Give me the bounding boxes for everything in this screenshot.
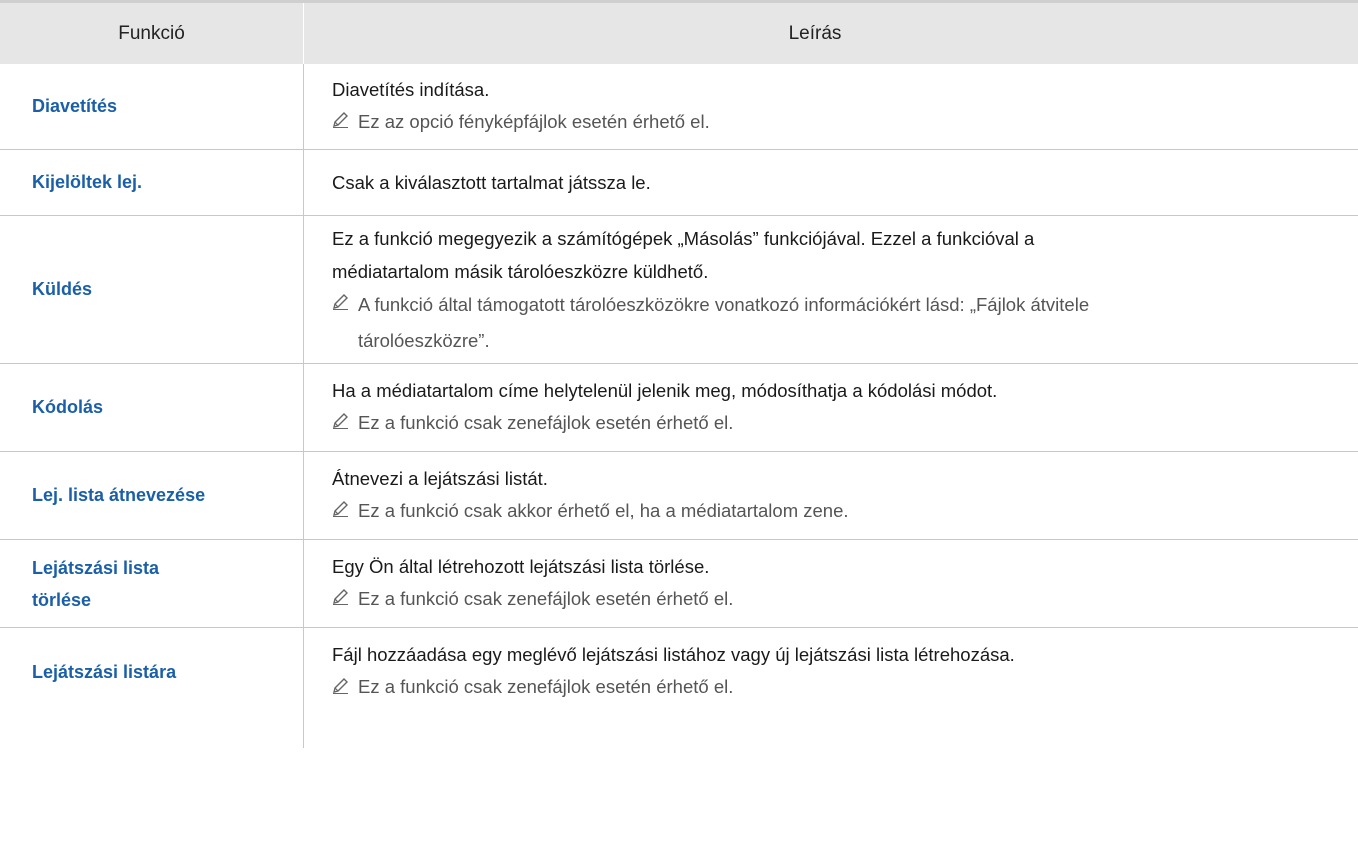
description-cell: Csak a kiválasztott tartalmat játssza le… bbox=[304, 150, 1358, 215]
description-cell: Egy Ön által létrehozott lejátszási list… bbox=[304, 540, 1358, 627]
function-name-line: Lejátszási lista bbox=[32, 557, 160, 578]
pencil-icon bbox=[332, 287, 358, 317]
pencil-icon bbox=[332, 406, 358, 436]
note-text: Ez a funkció csak zenefájlok esetén érhe… bbox=[358, 676, 734, 697]
description-text-line: Ez a funkció megegyezik a számítógépek „… bbox=[332, 227, 1035, 249]
note-text: A funkció által támogatott tárolóeszközö… bbox=[358, 287, 1346, 359]
description-text: Ha a médiatartalom címe helytelenül jele… bbox=[332, 379, 998, 401]
description-text: Diavetítés indítása. bbox=[332, 78, 490, 100]
function-name-line: törlése bbox=[32, 589, 92, 610]
note-text: Ez a funkció csak akkor érhető el, ha a … bbox=[358, 499, 849, 521]
note-text-line: A funkció által támogatott tárolóeszközö… bbox=[358, 293, 1090, 315]
function-table: Funkció Leírás Diavetítés Diavetítés ind… bbox=[0, 0, 1358, 748]
description-text: Egy Ön által létrehozott lejátszási list… bbox=[332, 555, 710, 577]
note: Ez az opció fényképfájlok esetén érhető … bbox=[332, 105, 1346, 139]
description-cell: Átnevezi a lejátszási listát. Ez a funkc… bbox=[304, 452, 1358, 539]
table-row: Kódolás Ha a médiatartalom címe helytele… bbox=[0, 364, 1358, 452]
note-text: Ez az opció fényképfájlok esetén érhető … bbox=[358, 110, 710, 132]
table-row: Diavetítés Diavetítés indítása. Ez az op… bbox=[0, 64, 1358, 150]
table-row: Kijelöltek lej. Csak a kiválasztott tart… bbox=[0, 150, 1358, 216]
header-function: Funkció bbox=[0, 3, 304, 64]
function-name: Diavetítés bbox=[0, 64, 304, 149]
function-name: Lejátszási lista törlése bbox=[0, 540, 304, 627]
header-description: Leírás bbox=[788, 22, 842, 44]
description-text: Csak a kiválasztott tartalmat játssza le… bbox=[332, 171, 651, 193]
note-text: Ez a funkció csak zenefájlok esetén érhe… bbox=[358, 587, 734, 609]
note: Ez a funkció csak akkor érhető el, ha a … bbox=[332, 494, 1346, 528]
note: Ez a funkció csak zenefájlok esetén érhe… bbox=[332, 670, 1346, 704]
function-name: Küldés bbox=[0, 216, 304, 363]
function-name: Lejátszási listára bbox=[0, 628, 304, 748]
table-row: Lej. lista átnevezése Átnevezi a lejátsz… bbox=[0, 452, 1358, 540]
table-row: Lejátszási listára Fájl hozzáadása egy m… bbox=[0, 628, 1358, 748]
description-text: Fájl hozzáadása egy meglévő lejátszási l… bbox=[332, 644, 1015, 665]
function-name: Kódolás bbox=[0, 364, 304, 451]
pencil-icon bbox=[332, 105, 358, 135]
description-text: Átnevezi a lejátszási listát. bbox=[332, 467, 548, 489]
pencil-icon bbox=[332, 494, 358, 524]
description-cell: Ez a funkció megegyezik a számítógépek „… bbox=[304, 216, 1358, 363]
function-name: Kijelöltek lej. bbox=[0, 150, 304, 215]
note: Ez a funkció csak zenefájlok esetén érhe… bbox=[332, 582, 1346, 616]
table-row: Küldés Ez a funkció megegyezik a számító… bbox=[0, 216, 1358, 364]
note: A funkció által támogatott tárolóeszközö… bbox=[332, 287, 1346, 359]
description-text-line: médiatartalom másik tárolóeszközre küldh… bbox=[332, 260, 709, 282]
function-name: Lej. lista átnevezése bbox=[0, 452, 304, 539]
table-header: Funkció Leírás bbox=[0, 0, 1358, 64]
note-text: Ez a funkció csak zenefájlok esetén érhe… bbox=[358, 411, 734, 433]
description-cell: Diavetítés indítása. Ez az opció fénykép… bbox=[304, 64, 1358, 149]
table-row: Lejátszási lista törlése Egy Ön által lé… bbox=[0, 540, 1358, 628]
description-cell: Ha a médiatartalom címe helytelenül jele… bbox=[304, 364, 1358, 451]
pencil-icon bbox=[332, 582, 358, 612]
pencil-icon bbox=[332, 670, 358, 700]
note-text-line: tárolóeszközre”. bbox=[358, 329, 490, 351]
description-cell: Fájl hozzáadása egy meglévő lejátszási l… bbox=[304, 628, 1358, 748]
note: Ez a funkció csak zenefájlok esetén érhe… bbox=[332, 406, 1346, 440]
